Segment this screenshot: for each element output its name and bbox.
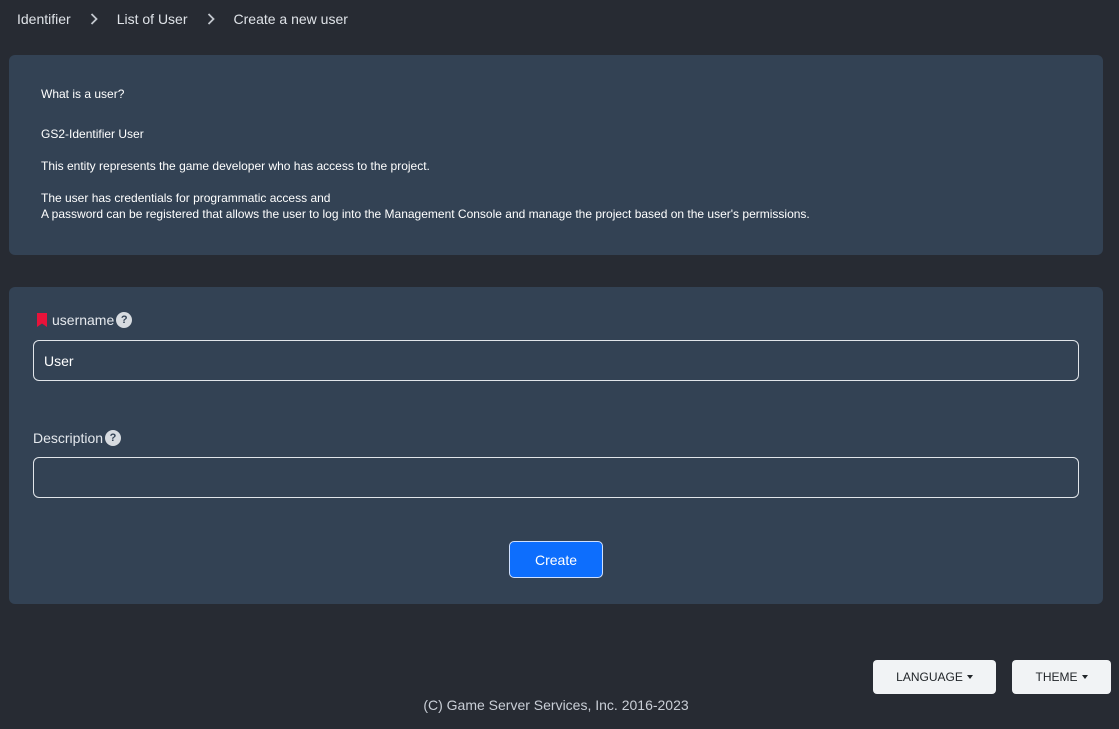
language-label: LANGUAGE	[896, 670, 963, 684]
username-label: username ?	[33, 312, 133, 328]
caret-down-icon	[966, 675, 973, 679]
description-label-text: Description	[33, 430, 104, 446]
description-input[interactable]	[33, 457, 1079, 498]
copyright-footer: (C) Game Server Services, Inc. 2016-2023	[423, 697, 689, 713]
info-card: What is a user? GS2-Identifier User This…	[9, 55, 1103, 255]
caret-down-icon	[1081, 675, 1088, 679]
breadcrumb: Identifier List of User Create a new use…	[17, 10, 348, 28]
chevron-right-icon	[71, 10, 117, 28]
help-icon[interactable]: ?	[116, 312, 133, 328]
info-title: GS2-Identifier User	[41, 127, 144, 141]
theme-label: THEME	[1035, 670, 1078, 684]
create-user-form: username ? Description ? Create	[9, 287, 1103, 604]
info-line-2: The user has credentials for programmati…	[41, 191, 331, 205]
breadcrumb-identifier[interactable]: Identifier	[17, 11, 71, 27]
info-heading: What is a user?	[41, 87, 125, 101]
info-line-1: This entity represents the game develope…	[41, 159, 430, 173]
help-icon[interactable]: ?	[105, 430, 122, 446]
language-dropdown[interactable]: LANGUAGE	[873, 660, 996, 694]
breadcrumb-list-of-user[interactable]: List of User	[117, 11, 188, 27]
breadcrumb-create-new-user: Create a new user	[233, 11, 348, 27]
theme-dropdown[interactable]: THEME	[1012, 660, 1111, 694]
username-label-text: username	[52, 312, 115, 328]
bookmark-icon	[37, 313, 47, 327]
create-button[interactable]: Create	[509, 541, 603, 578]
chevron-right-icon	[188, 10, 234, 28]
username-input[interactable]	[33, 340, 1079, 381]
description-label: Description ?	[33, 430, 122, 446]
info-line-3: A password can be registered that allows…	[41, 207, 810, 221]
